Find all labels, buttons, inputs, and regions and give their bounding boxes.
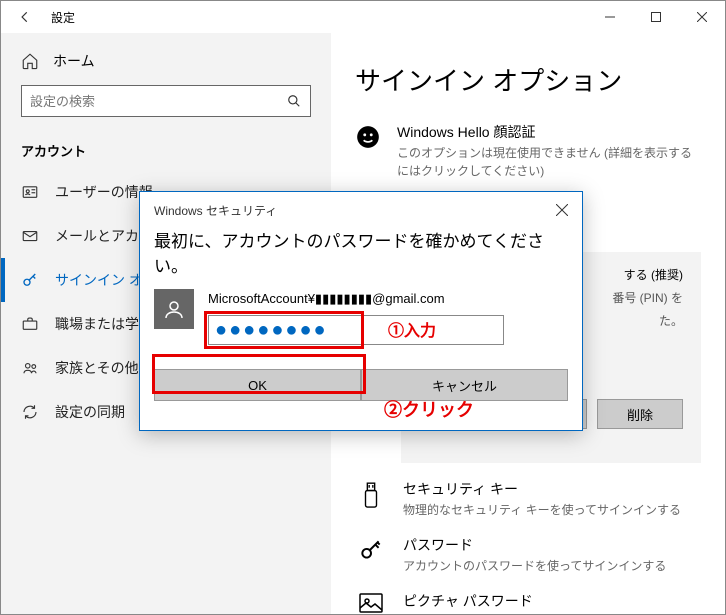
nav-label: 設定の同期 bbox=[55, 402, 125, 422]
annotation-1: ①入力 bbox=[388, 317, 436, 341]
account-name: MicrosoftAccount¥▮▮▮▮▮▮▮▮@gmail.com bbox=[208, 289, 568, 315]
home-label: ホーム bbox=[53, 51, 95, 71]
close-button[interactable] bbox=[679, 1, 725, 33]
avatar-icon bbox=[154, 289, 194, 329]
option-security-key[interactable]: セキュリティ キー 物理的なセキュリティ キーを使ってサインインする bbox=[355, 471, 701, 527]
home-icon bbox=[21, 52, 39, 70]
annotation-2: ②クリック bbox=[384, 396, 474, 422]
ok-button[interactable]: OK bbox=[154, 369, 361, 401]
search-box[interactable] bbox=[21, 85, 311, 117]
page-title: サインイン オプション bbox=[355, 61, 701, 98]
option-title: Windows Hello 顔認証 bbox=[397, 122, 701, 142]
section-header: アカウント bbox=[1, 127, 331, 170]
briefcase-icon bbox=[21, 315, 39, 333]
home-link[interactable]: ホーム bbox=[1, 43, 331, 79]
settings-window: 設定 ホーム bbox=[0, 0, 726, 615]
option-subtitle: アカウントのパスワードを使ってサインインする bbox=[403, 557, 666, 575]
security-dialog: Windows セキュリティ 最初に、アカウントのパスワードを確かめてください。… bbox=[139, 191, 583, 431]
option-title: セキュリティ キー bbox=[403, 479, 681, 499]
option-face[interactable]: Windows Hello 顔認証 このオプションは現在使用できません (詳細を… bbox=[355, 114, 701, 188]
password-input[interactable] bbox=[208, 315, 504, 345]
face-icon bbox=[355, 122, 381, 180]
sync-icon bbox=[21, 403, 39, 421]
option-title: パスワード bbox=[403, 535, 666, 555]
option-subtitle: このオプションは現在使用できません (詳細を表示するにはクリックしてください) bbox=[397, 144, 701, 180]
maximize-button[interactable] bbox=[633, 1, 679, 33]
option-title: ピクチャ パスワード bbox=[403, 591, 533, 611]
option-subtitle: 物理的なセキュリティ キーを使ってサインインする bbox=[403, 501, 681, 519]
key-icon bbox=[21, 271, 39, 289]
dialog-close-button[interactable] bbox=[550, 198, 574, 222]
key-large-icon bbox=[355, 535, 387, 575]
user-info-icon bbox=[21, 183, 39, 201]
search-input[interactable] bbox=[22, 94, 278, 109]
option-picture-password[interactable]: ピクチャ パスワード bbox=[355, 583, 701, 614]
window-title: 設定 bbox=[41, 9, 75, 26]
mail-icon bbox=[21, 227, 39, 245]
minimize-button[interactable] bbox=[587, 1, 633, 33]
option-password[interactable]: パスワード アカウントのパスワードを使ってサインインする bbox=[355, 527, 701, 583]
back-button[interactable] bbox=[9, 1, 41, 33]
picture-icon bbox=[355, 591, 387, 613]
search-icon[interactable] bbox=[278, 94, 310, 108]
usb-key-icon bbox=[355, 479, 387, 519]
people-icon bbox=[21, 359, 39, 377]
dialog-title: Windows セキュリティ bbox=[140, 192, 582, 221]
dialog-heading: 最初に、アカウントのパスワードを確かめてください。 bbox=[140, 221, 582, 287]
titlebar: 設定 bbox=[1, 1, 725, 33]
remove-button[interactable]: 削除 bbox=[597, 399, 683, 429]
